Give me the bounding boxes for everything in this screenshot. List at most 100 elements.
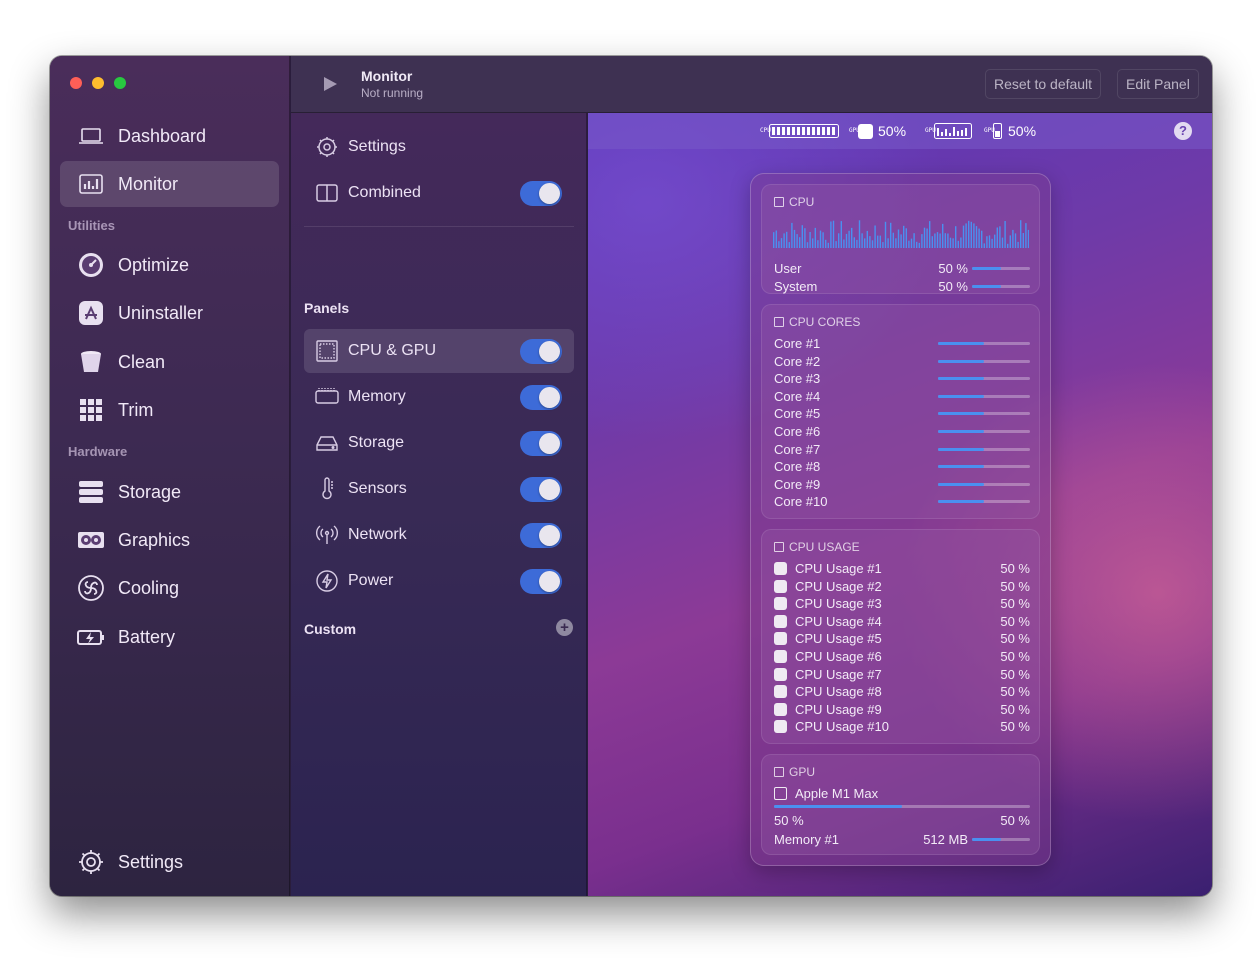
add-custom-panel-button[interactable]: + — [556, 619, 573, 636]
usage-checkbox[interactable] — [774, 614, 787, 628]
minimize-window-button[interactable] — [92, 77, 104, 89]
sidebar-item-battery[interactable]: Battery — [60, 614, 279, 660]
history-spike — [986, 236, 988, 248]
monitor-panel: CPU User 50 % System 50 % CPU CORES Core… — [750, 173, 1051, 866]
laptop-icon — [76, 121, 106, 151]
user-bar-fill — [972, 267, 1001, 270]
storage-toggle[interactable] — [520, 431, 562, 456]
history-spike — [1027, 229, 1029, 248]
history-spike — [905, 228, 907, 248]
reset-to-default-button[interactable]: Reset to default — [985, 69, 1102, 99]
history-spike — [957, 240, 959, 248]
panel-row-power[interactable]: Power — [304, 559, 574, 603]
usage-card-title: CPU USAGE — [774, 540, 860, 554]
sidebar-item-optimize[interactable]: Optimize — [60, 242, 279, 288]
history-spike — [994, 234, 996, 248]
panel-row-cpu-gpu[interactable]: CPU & GPU — [304, 329, 574, 373]
zoom-window-button[interactable] — [114, 77, 126, 89]
gpu-chip-icon — [774, 787, 787, 800]
history-spike — [973, 223, 975, 248]
settings-row[interactable]: Settings — [304, 125, 574, 169]
history-spike — [892, 232, 894, 248]
sidebar-item-storage[interactable]: Storage — [60, 469, 279, 515]
sidebar-item-cooling[interactable]: Cooling — [60, 565, 279, 611]
history-spike — [832, 220, 835, 248]
memory-toggle[interactable] — [520, 385, 562, 410]
gpu-values-row: 50 % 50 % — [774, 812, 1030, 829]
sidebar-item-monitor[interactable]: Monitor — [60, 161, 279, 207]
usage-row: CPU Usage #9 50 % — [774, 701, 1030, 718]
divider — [304, 226, 574, 227]
page-title: Monitor — [361, 68, 413, 84]
gear-icon — [76, 847, 106, 877]
usage-checkbox[interactable] — [774, 650, 787, 663]
history-spike — [929, 221, 931, 248]
memory-icon — [314, 384, 340, 410]
usage-label: CPU Usage #5 — [795, 631, 882, 647]
edit-panel-button[interactable]: Edit Panel — [1117, 69, 1199, 99]
usage-checkbox[interactable] — [774, 720, 787, 734]
history-spike — [858, 220, 861, 248]
history-spike — [814, 227, 816, 248]
history-spike — [838, 233, 840, 248]
chart-icon — [76, 169, 106, 199]
sidebar-item-label: Cooling — [118, 577, 180, 598]
usage-checkbox[interactable] — [774, 562, 787, 575]
history-spike — [827, 242, 829, 248]
gpu-memory-bar-fill — [972, 838, 1001, 841]
sidebar-item-trim[interactable]: Trim — [60, 387, 279, 433]
history-spike — [926, 228, 928, 248]
core-bar-fill — [938, 412, 984, 416]
mem-tag: GPU — [984, 127, 995, 134]
cpu-gpu-toggle[interactable] — [520, 339, 562, 364]
sidebar-item-clean[interactable]: Clean — [60, 339, 279, 385]
panel-row-sensors[interactable]: Sensors — [304, 467, 574, 511]
sidebar-item-settings[interactable]: Settings — [60, 839, 279, 885]
menubar-gpu-usage[interactable]: GPU 50% — [849, 121, 906, 141]
usage-label: CPU Usage #10 — [795, 719, 889, 735]
panel-row-memory[interactable]: Memory — [304, 375, 574, 419]
core-label: Core #1 — [774, 336, 821, 351]
history-spike — [900, 234, 902, 248]
core-row: Core #5 — [774, 405, 1030, 422]
menubar-preview: CPU GPU 50% GPU GPU 50% ? — [588, 113, 1212, 149]
power-toggle[interactable] — [520, 569, 562, 594]
sensors-toggle[interactable] — [520, 477, 562, 502]
close-window-button[interactable] — [70, 77, 82, 89]
usage-checkbox[interactable] — [774, 597, 787, 611]
row-value: 50 % — [938, 279, 968, 294]
sidebar-item-graphics[interactable]: Graphics — [60, 517, 279, 563]
usage-checkbox[interactable] — [774, 702, 787, 716]
fan-icon — [76, 573, 106, 603]
gpu-small-icon — [774, 767, 784, 777]
sidebar-item-dashboard[interactable]: Dashboard — [60, 113, 279, 159]
menubar-cpu-graph[interactable]: CPU — [760, 121, 839, 141]
menubar-gpu-graph[interactable]: GPU — [925, 121, 972, 141]
sidebar-item-uninstaller[interactable]: Uninstaller — [60, 290, 279, 336]
network-toggle[interactable] — [520, 523, 562, 548]
server-icon — [76, 477, 106, 507]
usage-checkbox[interactable] — [774, 685, 787, 699]
gpu-bar-fill — [774, 805, 902, 808]
usage-row: CPU Usage #6 50 % — [774, 648, 1030, 665]
grid-icon — [76, 395, 106, 425]
combined-toggle[interactable] — [520, 181, 562, 206]
history-spike — [908, 240, 910, 248]
menubar-memory-usage[interactable]: GPU 50% — [984, 121, 1036, 141]
history-spike — [947, 233, 949, 248]
history-spike — [874, 225, 876, 248]
help-button[interactable]: ? — [1174, 122, 1192, 140]
usage-checkbox[interactable] — [774, 579, 787, 593]
usage-checkbox[interactable] — [774, 632, 787, 646]
panel-row-storage[interactable]: Storage — [304, 421, 574, 465]
history-spike — [913, 233, 915, 248]
combined-row[interactable]: Combined — [304, 171, 574, 215]
play-icon[interactable] — [321, 75, 339, 93]
core-label: Core #9 — [774, 476, 821, 492]
usage-checkbox[interactable] — [774, 667, 787, 681]
settings-panel: Settings Combined Panels CPU & GPU Memor… — [291, 113, 587, 896]
history-spike — [916, 241, 918, 248]
panel-row-network[interactable]: Network — [304, 513, 574, 557]
history-spike — [1012, 229, 1014, 248]
history-spike — [890, 222, 892, 248]
